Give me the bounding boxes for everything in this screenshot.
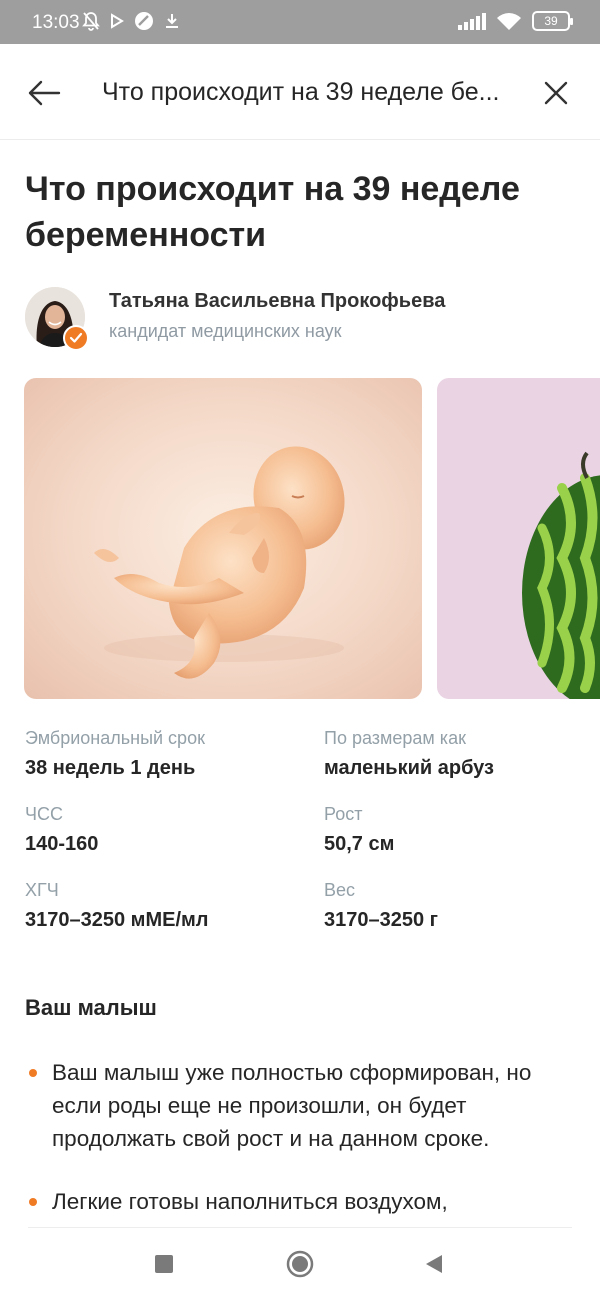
bullet-dot-icon <box>29 1198 37 1206</box>
verified-badge <box>63 325 89 351</box>
list-item-text: Легкие готовы наполниться воздухом, <box>52 1189 448 1214</box>
fact-value: маленький арбуз <box>324 757 494 779</box>
gallery-slide-watermelon[interactable] <box>437 378 600 699</box>
bell-off-icon <box>82 12 100 31</box>
image-gallery[interactable] <box>0 378 600 699</box>
home-button[interactable] <box>282 1246 318 1282</box>
fact-embryonic-term: Эмбриональный срок 38 недель 1 день <box>25 727 305 781</box>
list-item: Ваш малыш уже полностью сформирован, но … <box>25 1056 580 1155</box>
article-title: Что происходит на 39 неделе беременности <box>25 170 520 254</box>
fact-label: По размерам как <box>324 728 466 748</box>
fact-value: 3170–3250 г <box>324 909 438 931</box>
fact-value: 140-160 <box>25 833 99 855</box>
home-circle-icon <box>286 1250 314 1278</box>
app-bar-title: Что происходит на 39 неделе бе... <box>102 78 500 106</box>
status-notification-icons <box>82 11 180 31</box>
bullet-dot-icon <box>29 1069 37 1077</box>
fetus-illustration <box>94 446 345 679</box>
status-system-icons: 39 <box>458 11 573 31</box>
fact-label: ЧСС <box>25 804 63 824</box>
author-block[interactable]: Татьяна Васильевна Прокофьева кандидат м… <box>25 287 585 351</box>
fact-value: 50,7 см <box>324 833 395 855</box>
fact-hcg: ХГЧ 3170–3250 мМЕ/мл <box>25 879 305 933</box>
download-icon <box>166 14 178 28</box>
bullet-list: Ваш малыш уже полностью сформирован, но … <box>25 1056 580 1248</box>
fact-label: ХГЧ <box>25 880 59 900</box>
back-button[interactable] <box>22 71 66 115</box>
no-disturb-icon <box>135 12 153 30</box>
battery-icon: 39 <box>532 11 573 31</box>
wifi-icon <box>497 13 521 30</box>
author-degree: кандидат медицинских наук <box>109 321 342 341</box>
status-bar: 13:03 39 <box>0 0 600 44</box>
list-item-text: Ваш малыш уже полностью сформирован, но … <box>52 1060 532 1151</box>
gallery-slide-fetus[interactable] <box>24 378 422 699</box>
fact-height: Рост 50,7 см <box>324 803 600 857</box>
fact-value: 38 недель 1 день <box>25 757 196 779</box>
watermelon-illustration <box>522 451 600 699</box>
fact-label: Рост <box>324 804 363 824</box>
arrow-left-icon <box>28 80 61 106</box>
status-time: 13:03 <box>32 12 80 33</box>
author-name: Татьяна Васильевна Прокофьева <box>109 290 446 312</box>
list-item: Легкие готовы наполниться воздухом, <box>25 1185 580 1218</box>
system-nav-bar <box>0 1228 600 1299</box>
fact-value: 3170–3250 мМЕ/мл <box>25 909 209 931</box>
signal-icon <box>458 12 486 30</box>
fact-size-comparison: По размерам как маленький арбуз <box>324 727 600 781</box>
close-button[interactable] <box>534 71 578 115</box>
close-icon <box>544 81 568 105</box>
fact-weight: Вес 3170–3250 г <box>324 879 600 933</box>
fact-label: Вес <box>324 880 356 900</box>
play-icon <box>111 13 124 29</box>
square-icon <box>155 1255 173 1273</box>
battery-level: 39 <box>544 14 558 28</box>
recents-button[interactable] <box>146 1246 182 1282</box>
nav-back-button[interactable] <box>416 1246 452 1282</box>
check-icon <box>69 332 83 343</box>
back-triangle-icon <box>426 1255 442 1273</box>
fact-heart-rate: ЧСС 140-160 <box>25 803 305 857</box>
fact-label: Эмбриональный срок <box>25 728 205 748</box>
app-bar: Что происходит на 39 неделе бе... <box>0 44 600 140</box>
section-heading: Ваш малыш <box>25 995 157 1020</box>
